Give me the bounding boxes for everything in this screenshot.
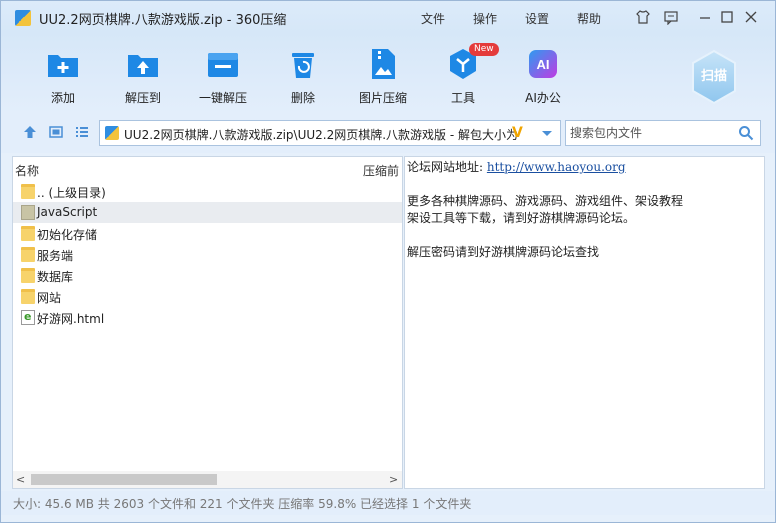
- list-view-icon[interactable]: [75, 125, 89, 139]
- search-icon[interactable]: [738, 125, 754, 141]
- minimize-icon[interactable]: [697, 9, 715, 25]
- archive-app-icon: [15, 10, 31, 26]
- list-item-label: 数据库: [37, 270, 74, 284]
- menu-settings[interactable]: 设置: [525, 10, 549, 27]
- skin-shirt-icon[interactable]: [635, 9, 653, 25]
- toolbar: 添加 解压到 一键解压 删除 图片压缩 New 工具 AI AI办公: [1, 33, 775, 113]
- list-item-label: 好游网.html: [37, 312, 105, 326]
- window-title: UU2.2网页棋牌.八款游戏版.zip - 360压缩: [39, 13, 287, 28]
- one-click-extract-label: 一键解压: [198, 91, 247, 105]
- extract-to-button[interactable]: 解压到: [103, 47, 183, 109]
- list-item-database[interactable]: 数据库: [13, 265, 402, 286]
- address-bar[interactable]: UU2.2网页棋牌.八款游戏版.zip\UU2.2网页棋牌.八款游戏版 - 解包…: [99, 120, 561, 146]
- column-original-size[interactable]: 压缩前: [363, 162, 399, 179]
- tools-label: 工具: [450, 91, 475, 105]
- status-bar: 大小: 45.6 MB 共 2603 个文件和 221 个文件夹 压缩率 59.…: [1, 491, 775, 515]
- maximize-icon[interactable]: [719, 9, 737, 25]
- close-icon[interactable]: [743, 9, 761, 25]
- one-click-extract-button[interactable]: 一键解压: [183, 47, 263, 109]
- file-list-pane: 名称 压缩前 .. (上级目录) JavaScript 初始化存储 服务端 数据…: [12, 156, 403, 489]
- extract-to-label: 解压到: [124, 91, 161, 105]
- list-item-label: 网站: [37, 291, 62, 305]
- menu-help[interactable]: 帮助: [577, 10, 601, 27]
- list-item-parent-dir[interactable]: .. (上级目录): [13, 181, 402, 202]
- extract-to-icon: [128, 55, 158, 77]
- title-bar: UU2.2网页棋牌.八款游戏版.zip - 360压缩 文件 操作 设置 帮助: [1, 1, 775, 33]
- add-button[interactable]: 添加: [23, 47, 103, 109]
- folder-icon: [21, 205, 35, 220]
- delete-icon: [292, 53, 314, 78]
- preview-line-3: 架设工具等下载，请到好游棋牌源码论坛。: [407, 211, 636, 225]
- scan-button[interactable]: 扫描: [689, 49, 739, 105]
- file-list-header: 名称 压缩前: [13, 157, 402, 179]
- address-path: UU2.2网页棋牌.八款游戏版.zip\UU2.2网页棋牌.八款游戏版 - 解包…: [124, 128, 518, 142]
- image-compress-label: 图片压缩: [358, 91, 407, 105]
- tools-button[interactable]: New 工具: [423, 43, 503, 109]
- address-row: UU2.2网页棋牌.八款游戏版.zip\UU2.2网页棋牌.八款游戏版 - 解包…: [1, 113, 775, 153]
- horizontal-scrollbar[interactable]: < >: [13, 471, 402, 488]
- scrollbar-thumb[interactable]: [31, 474, 217, 485]
- menu-file[interactable]: 文件: [421, 10, 445, 27]
- vip-v-icon[interactable]: V: [512, 125, 523, 141]
- list-item-init-storage[interactable]: 初始化存储: [13, 223, 402, 244]
- search-box: [565, 120, 761, 146]
- list-item-label: 初始化存储: [37, 228, 98, 242]
- image-compress-button[interactable]: 图片压缩: [343, 47, 423, 109]
- list-item-label: JavaScript: [37, 205, 98, 219]
- feedback-icon[interactable]: [663, 9, 681, 26]
- ai-office-icon: AI: [529, 50, 557, 78]
- up-arrow-icon[interactable]: [23, 125, 37, 139]
- list-item-label: 服务端: [37, 249, 74, 263]
- folder-icon: [21, 247, 35, 262]
- list-item-javascript[interactable]: JavaScript: [13, 202, 402, 223]
- menu-operate[interactable]: 操作: [473, 10, 497, 27]
- delete-label: 删除: [290, 91, 315, 105]
- one-click-extract-icon: [208, 53, 238, 77]
- list-item-server[interactable]: 服务端: [13, 244, 402, 265]
- thumbnail-view-icon[interactable]: [49, 125, 63, 139]
- list-item-website[interactable]: 网站: [13, 286, 402, 307]
- folder-icon: [21, 184, 35, 199]
- add-label: 添加: [50, 91, 75, 105]
- folder-icon: [21, 289, 35, 304]
- forum-link[interactable]: http://www.haoyou.org: [487, 160, 626, 174]
- forum-label: 论坛网站地址:: [407, 160, 484, 174]
- new-badge: New: [469, 43, 499, 56]
- list-item-label: .. (上级目录): [37, 186, 106, 200]
- svg-text:扫描: 扫描: [701, 68, 727, 84]
- scroll-left-icon[interactable]: <: [16, 473, 25, 486]
- ai-office-button[interactable]: AI AI办公: [503, 47, 583, 109]
- status-text: 大小: 45.6 MB 共 2603 个文件和 221 个文件夹 压缩率 59.…: [13, 497, 472, 511]
- image-compress-icon: [372, 49, 395, 79]
- zip-file-icon: [105, 126, 119, 140]
- preview-text: 论坛网站地址: http://www.haoyou.org 更多各种棋牌源码、游…: [407, 159, 683, 261]
- column-name[interactable]: 名称: [15, 162, 39, 179]
- folder-icon: [21, 226, 35, 241]
- list-item-html-file[interactable]: 好游网.html: [13, 307, 402, 328]
- scan-shield-icon: 扫描: [692, 49, 736, 105]
- scroll-right-icon[interactable]: >: [389, 473, 398, 486]
- chevron-down-icon[interactable]: [540, 126, 554, 140]
- ai-office-label: AI办公: [525, 91, 561, 105]
- svg-text:AI: AI: [537, 57, 550, 72]
- app-window: UU2.2网页棋牌.八款游戏版.zip - 360压缩 文件 操作 设置 帮助: [0, 0, 776, 523]
- add-icon: [48, 55, 78, 77]
- preview-line-4: 解压密码请到好游棋牌源码论坛查找: [407, 245, 600, 259]
- html-file-icon: [21, 310, 35, 325]
- search-input[interactable]: [570, 125, 734, 141]
- folder-icon: [21, 268, 35, 283]
- delete-button[interactable]: 删除: [263, 47, 343, 109]
- preview-pane: 论坛网站地址: http://www.haoyou.org 更多各种棋牌源码、游…: [404, 156, 765, 489]
- preview-line-2: 更多各种棋牌源码、游戏源码、游戏组件、架设教程: [407, 194, 684, 208]
